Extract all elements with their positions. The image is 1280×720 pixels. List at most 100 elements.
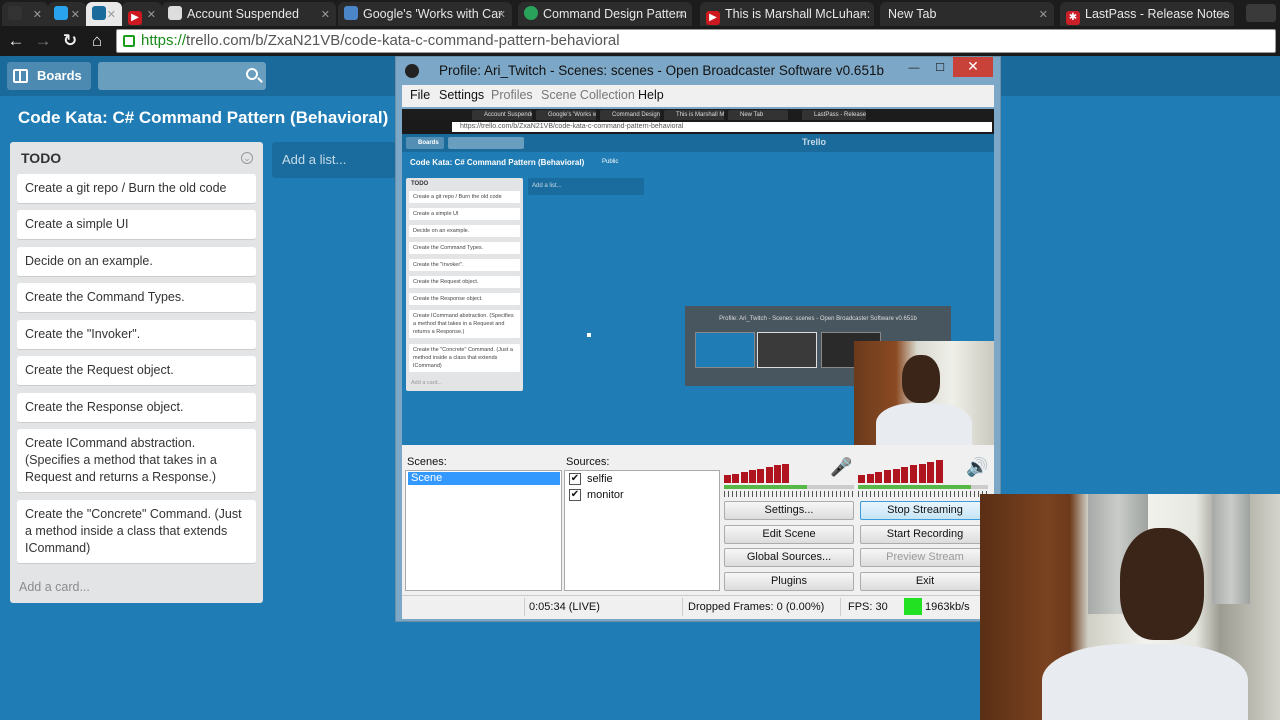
microphone-icon[interactable]: 🎤 xyxy=(830,457,852,478)
close-tab-icon[interactable]: ✕ xyxy=(677,5,686,25)
preview-public-label: Public xyxy=(602,159,619,165)
level-bar xyxy=(892,468,900,483)
menu-help[interactable]: Help xyxy=(638,88,664,102)
preview-tab: Account Suspended xyxy=(472,110,532,120)
list-title[interactable]: TODO xyxy=(21,150,61,166)
level-bar xyxy=(936,460,943,483)
tab-trello[interactable]: ✕ xyxy=(86,2,122,26)
level-bar xyxy=(740,472,748,483)
close-tab-icon[interactable]: ✕ xyxy=(1219,5,1228,25)
home-icon[interactable]: ⌂ xyxy=(87,31,107,51)
browser-toolbar: ← → ↻ ⌂ https://trello.com/b/ZxaN21VB/co… xyxy=(0,26,1280,56)
minimize-icon[interactable]: — xyxy=(902,61,926,77)
trello-search-input[interactable] xyxy=(98,62,266,90)
curtain xyxy=(1212,494,1250,604)
list-card[interactable]: Create ICommand abstraction. (Specifies … xyxy=(17,429,256,493)
tab-twitter[interactable]: ✕ xyxy=(48,2,86,26)
add-card-link[interactable]: Add a card... xyxy=(19,580,90,594)
new-tab-button[interactable] xyxy=(1246,4,1276,22)
mic-level-meter xyxy=(724,457,824,483)
level-bar xyxy=(858,475,865,483)
preview-trello-logo: Trello xyxy=(802,137,827,147)
reload-icon[interactable]: ↻ xyxy=(60,31,80,51)
close-tab-icon[interactable]: ✕ xyxy=(71,5,80,25)
level-bar xyxy=(927,462,935,483)
close-tab-icon[interactable]: ✕ xyxy=(147,5,156,25)
sources-listbox[interactable]: ✔ selfie ✔ monitor xyxy=(564,470,720,591)
tab-marshall-mcluhan[interactable]: ▶ This is Marshall McLuhan: ✕ xyxy=(700,2,874,26)
forward-icon[interactable]: → xyxy=(33,31,53,51)
level-bar xyxy=(875,472,883,483)
close-tab-icon[interactable]: ✕ xyxy=(1039,5,1048,25)
level-bar xyxy=(884,470,891,483)
preview-search xyxy=(448,137,524,149)
plugins-button[interactable]: Plugins xyxy=(724,572,854,591)
preview-trello-header: Boards Trello xyxy=(402,134,994,152)
global-sources-button[interactable]: Global Sources... xyxy=(724,548,854,567)
desktop-level-meter xyxy=(858,457,962,483)
exit-button[interactable]: Exit xyxy=(860,572,990,591)
stop-streaming-button[interactable]: Stop Streaming xyxy=(860,501,990,520)
list-card[interactable]: Create the "Invoker". xyxy=(17,320,256,350)
tab-youtube[interactable]: ▶ ✕ xyxy=(122,2,162,26)
close-tab-icon[interactable]: ✕ xyxy=(107,5,116,25)
tab-account-suspended[interactable]: Account Suspended ✕ xyxy=(162,2,336,26)
close-tab-icon[interactable]: ✕ xyxy=(497,5,506,25)
close-tab-icon[interactable]: ✕ xyxy=(859,5,868,25)
tab-command-design-pattern[interactable]: Command Design Pattern ✕ xyxy=(518,2,692,26)
source-item-selfie[interactable]: ✔ selfie xyxy=(569,472,613,487)
tab-google-works-with-car[interactable]: Google's 'Works with Car ✕ xyxy=(338,2,512,26)
menu-profiles[interactable]: Profiles xyxy=(491,88,533,102)
back-icon[interactable]: ← xyxy=(6,31,26,51)
menu-file[interactable]: File xyxy=(410,88,430,102)
level-bar xyxy=(866,473,874,483)
speaker-icon[interactable]: 🔊 xyxy=(966,457,988,478)
list-card[interactable]: Decide on an example. xyxy=(17,247,256,277)
maximize-icon[interactable]: ☐ xyxy=(928,61,952,77)
page-icon xyxy=(168,6,182,20)
close-tab-icon[interactable]: ✕ xyxy=(321,5,330,25)
checkbox-icon[interactable]: ✔ xyxy=(569,473,581,485)
youtube-icon: ▶ xyxy=(706,11,720,25)
mic-volume-track[interactable] xyxy=(724,485,854,489)
scene-item[interactable]: Scene xyxy=(408,472,560,485)
list-card[interactable]: Create the Command Types. xyxy=(17,283,256,313)
menu-scene-collection[interactable]: Scene Collection xyxy=(541,88,635,102)
bitrate-status-indicator xyxy=(904,598,922,615)
close-window-button[interactable]: ✕ xyxy=(953,57,993,77)
person-shirt xyxy=(876,403,972,445)
scenes-listbox[interactable]: Scene xyxy=(405,470,562,591)
search-icon[interactable] xyxy=(246,68,258,80)
preview-card: Create a simple UI xyxy=(409,208,520,220)
preview-card: Create the "Concrete" Command. (Just a m… xyxy=(409,344,520,372)
url-scheme: https:// xyxy=(141,32,187,49)
edit-scene-button[interactable]: Edit Scene xyxy=(724,525,854,544)
source-item-monitor[interactable]: ✔ monitor xyxy=(569,488,624,503)
desktop-volume-track[interactable] xyxy=(858,485,988,489)
list-card[interactable]: Create the Request object. xyxy=(17,356,256,386)
list-card[interactable]: Create the Response object. xyxy=(17,393,256,423)
preview-stream-button[interactable]: Preview Stream xyxy=(860,548,990,567)
list-card[interactable]: Create a git repo / Burn the old code xyxy=(17,174,256,204)
level-bar xyxy=(782,463,790,483)
boards-label: Boards xyxy=(37,68,82,83)
checkbox-icon[interactable]: ✔ xyxy=(569,489,581,501)
preview-toolbar: https://trello.com/b/ZxaN21VB/code-kata-… xyxy=(402,120,994,134)
tab-lastpass[interactable]: ✱ LastPass - Release Notes ✕ xyxy=(1060,2,1234,26)
list-card[interactable]: Create a simple UI xyxy=(17,210,256,240)
boards-button[interactable]: Boards xyxy=(7,62,91,90)
tab-new-tab[interactable]: New Tab ✕ xyxy=(880,2,1054,26)
list-card[interactable]: Create the "Concrete" Command. (Just a m… xyxy=(17,500,256,564)
menu-settings[interactable]: Settings xyxy=(439,88,484,102)
address-bar[interactable]: https://trello.com/b/ZxaN21VB/code-kata-… xyxy=(116,29,1276,53)
tab-github[interactable]: ✕ xyxy=(2,2,48,26)
start-recording-button[interactable]: Start Recording xyxy=(860,525,990,544)
add-list-button[interactable]: Add a list... xyxy=(272,142,396,178)
level-bar xyxy=(765,467,773,483)
settings-button[interactable]: Settings... xyxy=(724,501,854,520)
preview-list-title: TODO xyxy=(411,181,429,187)
close-tab-icon[interactable]: ✕ xyxy=(33,5,42,25)
board-title[interactable]: Code Kata: C# Command Pattern (Behaviora… xyxy=(18,108,388,128)
list-menu-icon[interactable]: ⌄ xyxy=(241,152,253,164)
page-icon xyxy=(344,6,358,20)
